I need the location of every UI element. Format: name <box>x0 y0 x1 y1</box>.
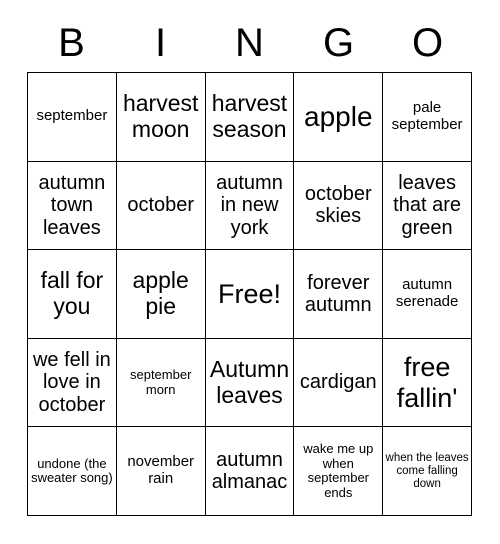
bingo-cell[interactable]: october <box>116 161 206 251</box>
bingo-cell-label: autumn town leaves <box>38 171 106 239</box>
bingo-cell[interactable]: september morn <box>116 338 206 428</box>
bingo-cell[interactable]: forever autumn <box>294 250 384 339</box>
bingo-cell-label: we fell in love in october <box>32 349 111 416</box>
bingo-cell-label: when the leaves come falling down <box>385 451 469 490</box>
bingo-cell-label: forever autumn <box>304 271 372 316</box>
bingo-cell-label: apple <box>304 101 373 133</box>
bingo-cell[interactable]: harvest season <box>205 73 295 162</box>
bingo-cell[interactable]: undone (the sweater song) <box>28 427 117 516</box>
bingo-header-letter-o: O <box>411 21 444 65</box>
bingo-cell-label: october <box>127 194 195 217</box>
bingo-cell[interactable]: november rain <box>116 427 206 516</box>
bingo-cell[interactable]: harvest moon <box>116 73 206 162</box>
bingo-grid: september harvest moon harvest season ap… <box>27 72 472 516</box>
bingo-cell-label: autumn in new york <box>216 171 283 239</box>
bingo-cell-label: cardigan <box>299 371 377 394</box>
bingo-header-letter-i: I <box>154 21 167 65</box>
bingo-header-letter-n: N <box>235 21 264 65</box>
bingo-cell[interactable]: free fallin' <box>383 338 472 428</box>
bingo-cell-label: free fallin' <box>396 352 458 413</box>
bingo-cell-label: september morn <box>129 367 192 397</box>
bingo-cell-free[interactable]: Free! <box>205 250 295 339</box>
bingo-cell[interactable]: autumn in new york <box>205 161 295 251</box>
bingo-cell-label: undone (the sweater song) <box>31 455 113 486</box>
bingo-cell[interactable]: autumn almanac <box>205 427 295 516</box>
bingo-header-letter-b: B <box>58 21 85 65</box>
bingo-cell[interactable]: apple <box>294 73 384 162</box>
bingo-cell[interactable]: we fell in love in october <box>28 338 117 428</box>
bingo-cell[interactable]: leaves that are green <box>383 161 472 251</box>
bingo-cell-label: wake me up when september ends <box>303 441 374 500</box>
bingo-cell-label: fall for you <box>40 267 104 319</box>
bingo-cell[interactable]: september <box>28 73 117 162</box>
bingo-cell[interactable]: fall for you <box>28 250 117 339</box>
bingo-cell-label: november rain <box>127 453 195 488</box>
bingo-cell[interactable]: when the leaves come falling down <box>383 427 472 516</box>
bingo-card: B I N G O september harvest moon harvest… <box>0 0 500 544</box>
bingo-cell[interactable]: autumn town leaves <box>28 161 117 251</box>
bingo-cell-label: Free! <box>217 278 281 309</box>
bingo-cell[interactable]: apple pie <box>116 250 206 339</box>
bingo-cell[interactable]: pale september <box>383 73 472 162</box>
bingo-cell-label: pale september <box>391 99 463 133</box>
bingo-cell[interactable]: cardigan <box>294 338 384 428</box>
bingo-cell[interactable]: autumn serenade <box>383 250 472 339</box>
bingo-cell-label: leaves that are green <box>393 171 461 239</box>
bingo-header-letter-g: G <box>322 21 355 65</box>
bingo-cell[interactable]: wake me up when september ends <box>294 427 384 516</box>
bingo-cell-label: october skies <box>304 183 372 228</box>
bingo-cell-label: autumn almanac <box>211 448 288 494</box>
bingo-cell-label: Autumn leaves <box>209 355 290 408</box>
bingo-cell-label: harvest season <box>211 90 288 142</box>
bingo-cell-label: harvest moon <box>122 90 199 142</box>
bingo-cell[interactable]: october skies <box>294 161 384 251</box>
bingo-cell[interactable]: Autumn leaves <box>205 338 295 428</box>
bingo-header: B I N G O <box>27 14 472 72</box>
bingo-cell-label: september <box>36 107 108 125</box>
bingo-cell-label: autumn serenade <box>395 276 459 310</box>
bingo-cell-label: apple pie <box>132 267 189 319</box>
